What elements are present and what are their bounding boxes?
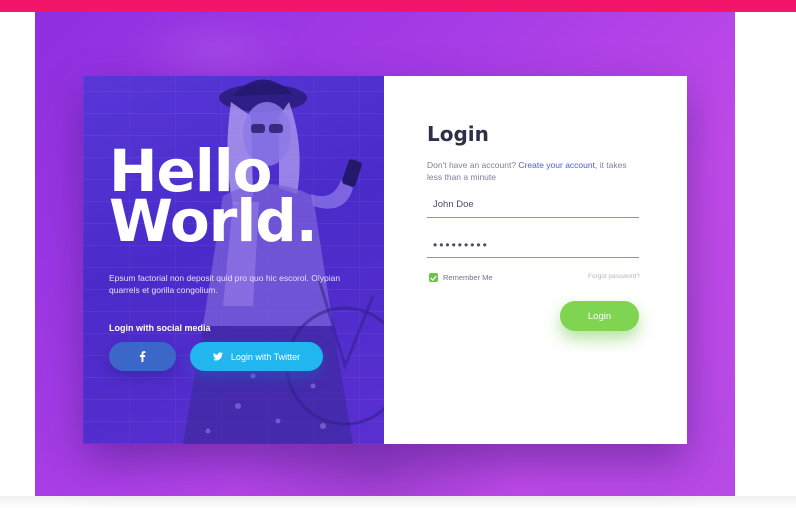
username-input[interactable] [427, 195, 639, 218]
login-card: Hello World. Epsum factorial non deposit… [83, 76, 687, 444]
login-title: Login [427, 122, 489, 146]
signup-prompt: Don't have an account? Create your accou… [427, 159, 637, 183]
forgot-password-link[interactable]: Forgot password? [574, 273, 640, 280]
password-input[interactable] [427, 234, 639, 258]
facebook-icon [139, 351, 146, 362]
hero-title-line-2: World. [109, 187, 318, 255]
woman-with-phone-photo [183, 79, 384, 444]
hero-panel: Hello World. Epsum factorial non deposit… [83, 76, 384, 444]
signup-prompt-prefix: Don't have an account? [427, 160, 519, 170]
remember-me-label: Remember Me [443, 273, 493, 282]
checkmark-icon [430, 274, 437, 281]
password-field-wrapper [427, 234, 639, 258]
bottom-edge [0, 496, 796, 508]
twitter-icon [212, 352, 223, 361]
login-submit-button[interactable]: Login [560, 301, 639, 331]
twitter-login-label: Login with Twitter [230, 351, 301, 362]
remember-me-option[interactable]: Remember Me [429, 273, 493, 282]
remember-me-checkbox[interactable] [429, 273, 438, 282]
twitter-login-button[interactable]: Login with Twitter [190, 342, 323, 371]
login-form-panel: Login Don't have an account? Create your… [384, 76, 687, 444]
username-field-wrapper [427, 194, 639, 218]
page: Hello World. Epsum factorial non deposit… [0, 0, 796, 508]
hero-description: Epsum factorial non deposit quid pro quo… [109, 273, 341, 295]
hero-title: Hello World. [109, 142, 318, 255]
social-login-heading: Login with social media [109, 323, 211, 333]
facebook-login-button[interactable] [109, 342, 176, 371]
top-accent-bar [0, 0, 796, 12]
create-account-link[interactable]: Create your account [518, 160, 595, 170]
